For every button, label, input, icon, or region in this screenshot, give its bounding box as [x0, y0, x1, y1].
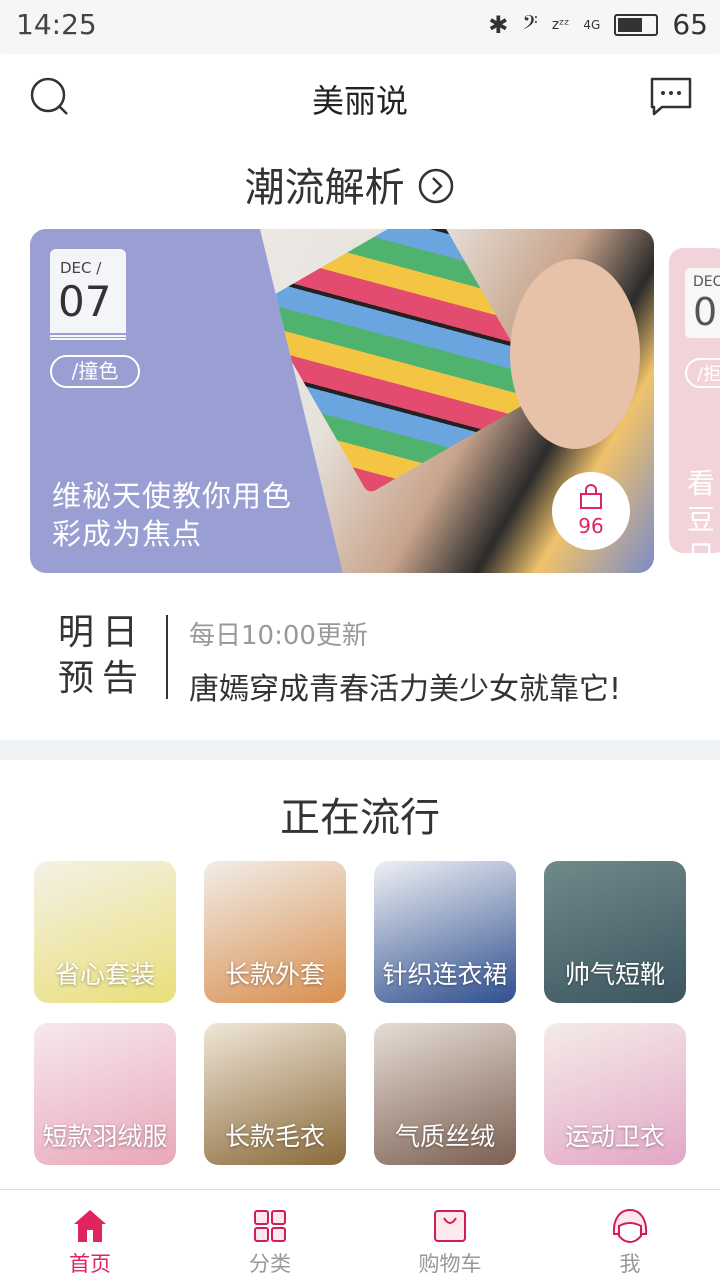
trending-item[interactable]: 长款毛衣 — [204, 1023, 346, 1165]
tab-label: 分类 — [249, 1252, 291, 1276]
card-tag[interactable]: /撞色 — [50, 355, 140, 388]
shopping-bag-icon — [434, 1210, 466, 1242]
model-image — [510, 259, 640, 449]
date-underline — [50, 335, 126, 340]
tab-home[interactable]: 首页 — [0, 1190, 180, 1280]
trending-title: 正在流行 — [280, 795, 440, 841]
trending-item[interactable]: 气质丝绒 — [374, 1023, 516, 1165]
section-divider — [0, 740, 720, 760]
tab-cart[interactable]: 购物车 — [360, 1190, 540, 1280]
trend-card[interactable]: DEC / 07 /撞色 维秘天使教你用色彩成为焦点 96 — [30, 229, 654, 573]
preview-schedule: 每日10:00更新 — [189, 621, 368, 651]
bottom-tab-bar: 首页 分类 购物车 我 — [0, 1189, 720, 1280]
tab-label: 首页 — [69, 1252, 111, 1276]
trending-item[interactable]: 短款羽绒服 — [34, 1023, 176, 1165]
preview-label: 明日预告 — [58, 612, 147, 699]
message-icon[interactable] — [648, 76, 694, 116]
like-button[interactable]: 96 — [552, 472, 630, 550]
peek-title: 看豆日多 — [687, 467, 716, 553]
date-day: 07 — [58, 277, 112, 326]
trending-item-label: 长款毛衣 — [224, 1122, 325, 1151]
trending-item-label: 气质丝绒 — [394, 1122, 495, 1151]
tab-category[interactable]: 分类 — [180, 1190, 360, 1280]
tab-label: 购物车 — [418, 1252, 482, 1276]
home-icon — [74, 1210, 106, 1242]
grid-icon — [254, 1210, 286, 1242]
trend-analysis-title[interactable]: 潮流解析 — [0, 155, 710, 213]
music-icon: 𝄢 — [522, 10, 538, 39]
battery-percent: 65 — [672, 8, 708, 41]
date-month: DEC / — [60, 259, 102, 277]
chevron-right-circle-icon[interactable] — [417, 167, 455, 205]
bluetooth-icon: ✱ — [488, 10, 509, 39]
trending-item[interactable]: 运动卫衣 — [544, 1023, 686, 1165]
trending-item[interactable]: 针织连衣裙 — [374, 861, 516, 1003]
battery-icon — [614, 13, 659, 36]
trending-item-label: 帅气短靴 — [564, 960, 665, 989]
trending-item-label: 针织连衣裙 — [382, 960, 508, 989]
peek-tag: /拒 — [685, 358, 720, 388]
signal-icon: 4G — [583, 17, 601, 32]
status-time: 14:25 — [16, 8, 97, 41]
trending-item[interactable]: 省心套装 — [34, 861, 176, 1003]
peek-month: DEC — [693, 274, 720, 290]
trending-item[interactable]: 长款外套 — [204, 861, 346, 1003]
peek-day: 0 — [693, 290, 718, 334]
tab-label: 我 — [619, 1252, 641, 1276]
shopping-bag-icon — [580, 484, 602, 509]
status-bar: 14:25 ✱ 𝄢 zᶻᶻ 4G 65 — [0, 0, 720, 52]
app-title: 美丽说 — [311, 82, 408, 120]
divider — [166, 615, 168, 699]
card-title: 维秘天使教你用色彩成为焦点 — [52, 479, 293, 551]
tab-me[interactable]: 我 — [540, 1190, 720, 1280]
user-icon — [612, 1208, 648, 1244]
bag-image — [260, 229, 542, 495]
trending-item-label: 长款外套 — [224, 960, 325, 989]
trending-item-label: 运动卫衣 — [564, 1122, 665, 1151]
trending-item[interactable]: 帅气短靴 — [544, 861, 686, 1003]
date-badge: DEC / 07 — [50, 249, 126, 333]
preview-text: 唐嫣穿成青春活力美少女就靠它! — [189, 672, 622, 707]
trending-item-label: 短款羽绒服 — [42, 1122, 168, 1151]
like-count: 96 — [578, 514, 604, 538]
next-trend-card[interactable]: DEC 0 /拒 看豆日多 — [669, 248, 720, 553]
sleep-icon: zᶻᶻ — [551, 16, 570, 33]
trending-item-label: 省心套装 — [54, 960, 155, 989]
